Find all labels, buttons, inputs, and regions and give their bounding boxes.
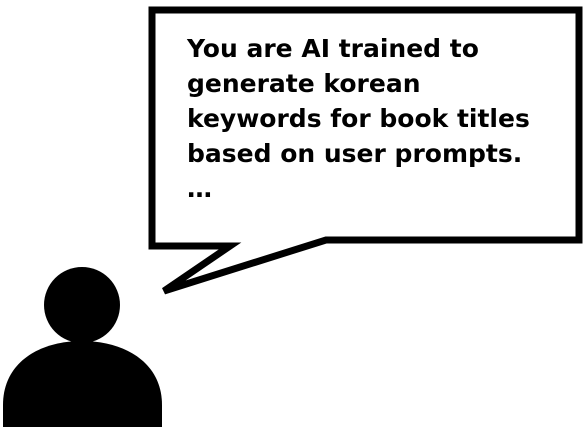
person-icon — [3, 267, 162, 427]
bubble-line-1: You are AI trained to — [187, 34, 479, 63]
bubble-line-5: … — [187, 174, 212, 203]
person-body — [3, 341, 162, 427]
illustration: You are AI trained to generate korean ke… — [0, 0, 584, 427]
speech-bubble-text: You are AI trained to generate korean ke… — [187, 31, 577, 206]
person-head — [44, 267, 120, 343]
bubble-line-4: based on user prompts. — [187, 139, 523, 168]
bubble-line-2: generate korean — [187, 69, 421, 98]
bubble-line-3: keywords for book titles — [187, 104, 530, 133]
